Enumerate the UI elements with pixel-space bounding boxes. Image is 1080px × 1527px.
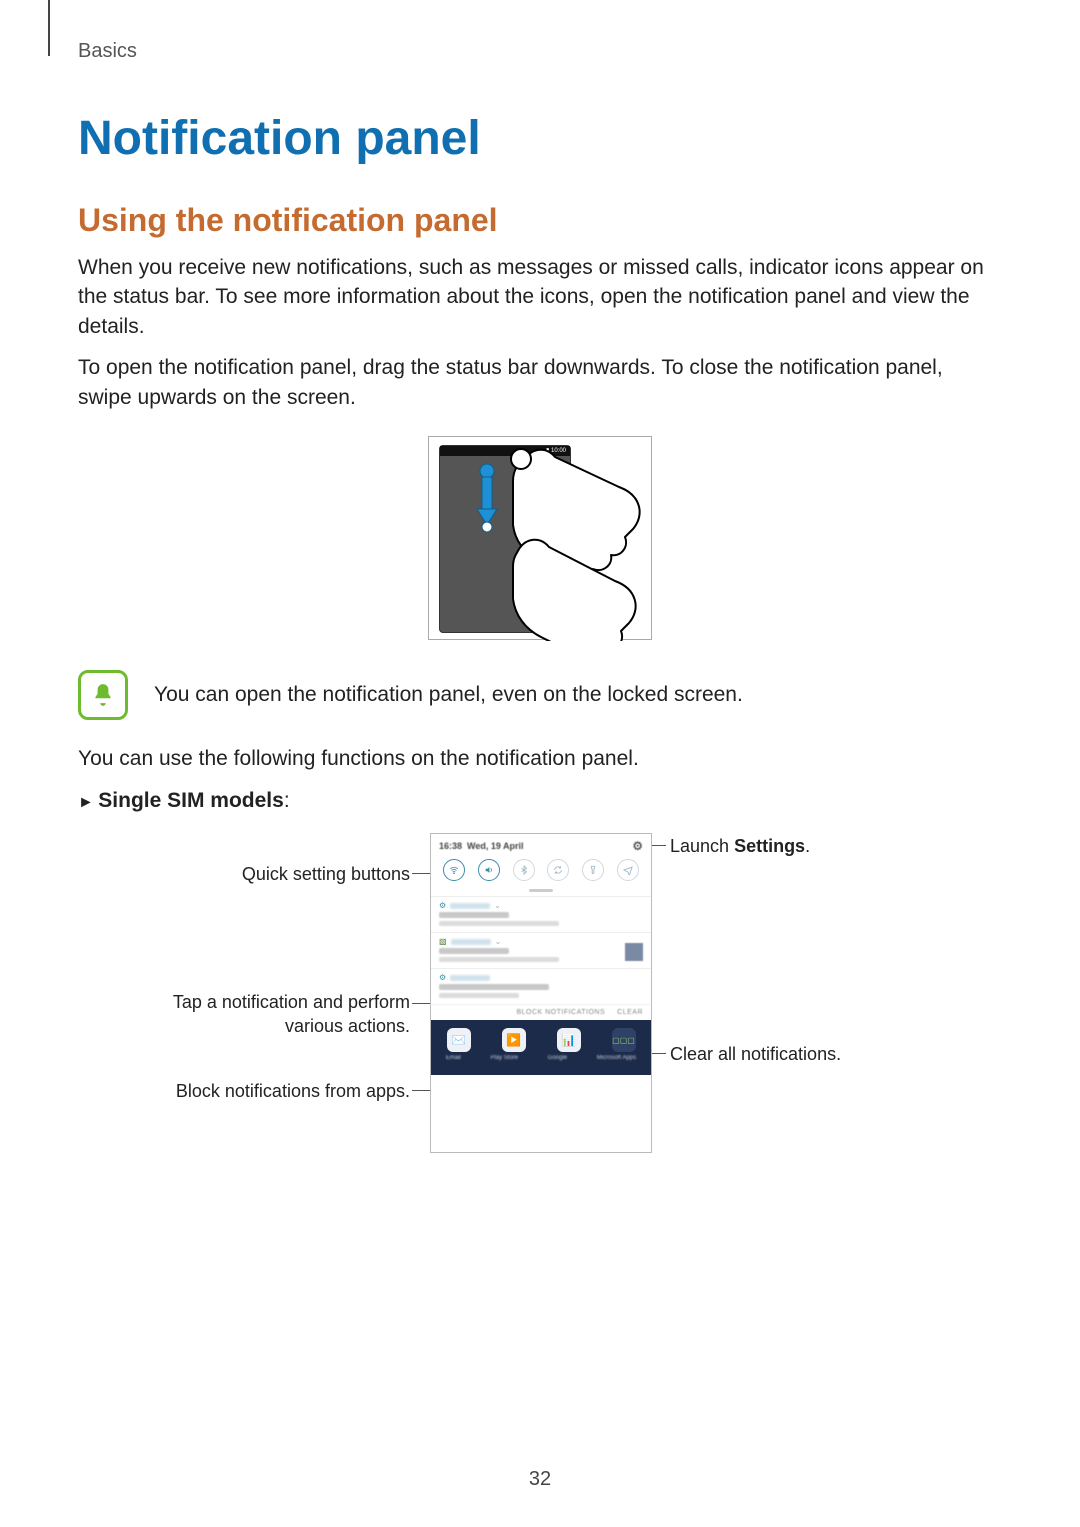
wifi-icon xyxy=(443,859,465,881)
gesture-figure: ▮ 10:00 xyxy=(428,436,652,640)
sound-icon xyxy=(478,859,500,881)
dock-app-icon: ✉️ xyxy=(447,1028,471,1052)
page-edge-rule xyxy=(48,0,50,56)
section-breadcrumb: Basics xyxy=(78,40,1002,63)
block-notifications-link: BLOCK NOTIFICATIONS xyxy=(516,1009,605,1016)
manual-page: Basics Notification panel Using the noti… xyxy=(0,0,1080,1527)
callout-label: Launch Settings. xyxy=(670,835,810,858)
section-title: Using the notification panel xyxy=(78,202,1002,239)
notification-panel-annotated-figure: Quick setting buttons Tap a notification… xyxy=(80,833,1000,1173)
quick-settings-row xyxy=(431,855,651,885)
callout-label: Block notifications from apps. xyxy=(80,1080,410,1103)
panel-time-date: 16:38 Wed, 19 April xyxy=(439,841,524,851)
callout-label: Tap a notification and performvarious ac… xyxy=(80,991,410,1038)
screenshot-thumbnail xyxy=(625,943,643,961)
dock-app-icon: 📊 xyxy=(557,1028,581,1052)
rotate-icon xyxy=(547,859,569,881)
note-row: You can open the notification panel, eve… xyxy=(78,670,1002,720)
notification-card: ⚙⌄ xyxy=(431,896,651,932)
clear-link: CLEAR xyxy=(617,1009,643,1016)
statusbar-illustration: ▮ 10:00 xyxy=(440,446,570,456)
swipe-down-arrow-icon xyxy=(475,463,499,533)
callout-label: Quick setting buttons xyxy=(80,863,410,886)
dock-app-folder-icon: ▢▢▢ xyxy=(612,1028,636,1052)
body-paragraph: When you receive new notifications, such… xyxy=(78,253,1002,341)
app-icon: ▧ xyxy=(439,937,447,946)
model-variant-heading: ► Single SIM models: xyxy=(78,789,1002,813)
dock: ✉️ ▶️ 📊 ▢▢▢ EmailPlay StoreGoogleMicroso… xyxy=(431,1020,651,1075)
page-number: 32 xyxy=(0,1468,1080,1491)
dock-app-icon: ▶️ xyxy=(502,1028,526,1052)
panel-header: 16:38 Wed, 19 April ⚙ xyxy=(431,834,651,855)
callout-label: Clear all notifications. xyxy=(670,1043,841,1066)
drag-handle-icon xyxy=(529,889,553,892)
flashlight-icon xyxy=(582,859,604,881)
note-text: You can open the notification panel, eve… xyxy=(154,683,743,707)
notification-panel-screenshot: 16:38 Wed, 19 April ⚙ xyxy=(430,833,652,1153)
page-title: Notification panel xyxy=(78,111,1002,166)
statusbar-time: ▮ 10:00 xyxy=(546,448,566,454)
triangle-bullet-icon: ► xyxy=(78,794,98,811)
gear-icon: ⚙ xyxy=(632,839,643,853)
notification-card: ⚙ xyxy=(431,968,651,1004)
app-icon: ⚙ xyxy=(439,973,446,982)
airplane-icon xyxy=(617,859,639,881)
notification-card: ▧⌄ xyxy=(431,932,651,968)
panel-footer: BLOCK NOTIFICATIONS CLEAR xyxy=(431,1004,651,1020)
body-paragraph: To open the notification panel, drag the… xyxy=(78,353,1002,412)
chevron-down-icon: ⌄ xyxy=(494,901,501,910)
note-bell-icon xyxy=(78,670,128,720)
phone-illustration: ▮ 10:00 xyxy=(439,445,571,633)
body-paragraph: You can use the following functions on t… xyxy=(78,744,1002,773)
chevron-down-icon: ⌄ xyxy=(495,937,502,946)
app-icon: ⚙ xyxy=(439,901,446,910)
bluetooth-icon xyxy=(513,859,535,881)
